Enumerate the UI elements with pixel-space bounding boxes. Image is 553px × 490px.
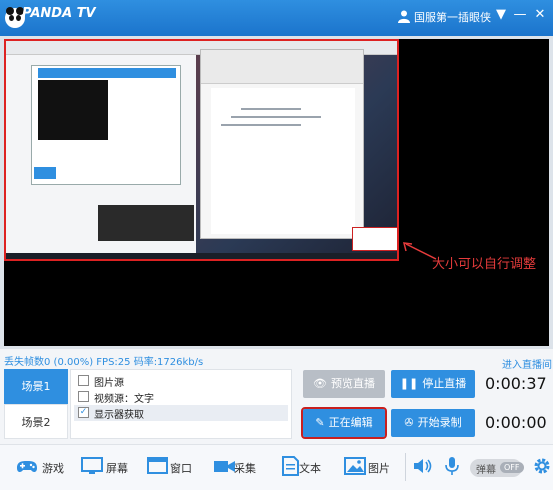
preview-area: 大小可以自行调整 (0, 36, 553, 349)
title-bar: PANDA TV 国服第一插眼侠 ▼ — ✕ (0, 0, 553, 36)
source-checkbox[interactable] (78, 375, 89, 386)
captured-text-line (241, 108, 301, 110)
source-item-monitor[interactable]: ✓ 显示器获取 (74, 405, 288, 421)
speaker-icon (414, 459, 432, 473)
editing-button[interactable]: ✎ 正在编辑 (301, 407, 387, 439)
wand-icon: ✎ (315, 416, 325, 429)
preview-live-button[interactable]: 👁 预览直播 (303, 370, 385, 398)
live-timer: 0:00:37 (485, 374, 547, 393)
add-screen-button[interactable]: 屏幕 (80, 456, 134, 478)
source-label: 视频源：文字 (94, 394, 154, 405)
captured-bluebox (34, 167, 56, 179)
picture-icon (344, 457, 366, 475)
screen-label: 屏幕 (106, 462, 128, 475)
toolbar-divider (405, 453, 406, 481)
start-record-label: 开始录制 (417, 416, 462, 429)
preview-live-label: 预览直播 (330, 377, 375, 390)
capture-label: 采集 (234, 462, 256, 475)
source-label: 图片源 (94, 378, 124, 389)
gamepad-icon (17, 461, 37, 473)
source-item-image[interactable]: 图片源 (78, 373, 290, 389)
captured-document-page (211, 88, 355, 234)
gear-icon (534, 458, 550, 474)
source-list: 图片源 视频源：文字 ✓ 显示器获取 (70, 369, 292, 439)
stop-live-label: 停止直播 (422, 377, 467, 390)
film-reel-icon: ✇ (404, 416, 414, 429)
resize-annotation: 大小可以自行调整 (432, 257, 537, 272)
captured-taskbar (6, 253, 397, 259)
add-text-button[interactable]: 文本 (279, 456, 333, 478)
add-image-button[interactable]: 图片 (344, 456, 398, 478)
pause-icon: ❚❚ (399, 377, 419, 390)
minimize-icon[interactable]: — (512, 7, 528, 23)
stream-stats: 丢失帧数0 (0.00%) FPS:25 码率:1726kb/s (4, 357, 204, 368)
captured-document-ribbon (201, 50, 363, 84)
source-checkbox-checked[interactable]: ✓ (78, 407, 89, 418)
source-label: 显示器获取 (94, 410, 144, 421)
microphone-button[interactable] (442, 456, 464, 478)
captured-panel-header (38, 68, 176, 78)
stop-live-button[interactable]: ❚❚ 停止直播 (391, 370, 475, 398)
preview-canvas[interactable]: 大小可以自行调整 (4, 39, 549, 346)
captured-panel-preview (38, 80, 108, 140)
record-timer: 0:00:00 (485, 413, 547, 432)
scene-tab-1[interactable]: 场景1 (4, 369, 68, 404)
source-item-video-text[interactable]: 视频源：文字 (78, 389, 290, 405)
add-window-button[interactable]: 窗口 (146, 456, 200, 478)
close-icon[interactable]: ✕ (532, 7, 548, 23)
start-record-button[interactable]: ✇ 开始录制 (391, 409, 475, 437)
enter-live-room-link[interactable]: 进入直播间 (502, 356, 552, 371)
source-toolbar: 游戏 屏幕 窗口 采集 文本 图片 弹幕 OFF (0, 444, 553, 490)
speaker-button[interactable] (412, 456, 434, 478)
captured-popup (352, 227, 397, 251)
window-label: 窗口 (170, 462, 192, 475)
text-label: 文本 (299, 462, 321, 475)
monitor-icon (81, 457, 103, 474)
danmu-toggle-state: OFF (500, 462, 524, 473)
source-checkbox[interactable] (78, 391, 89, 402)
user-icon[interactable] (397, 9, 411, 23)
captured-text-line (231, 116, 321, 118)
settings-button[interactable] (529, 456, 550, 478)
add-capture-button[interactable]: 采集 (212, 456, 266, 478)
captured-darkbox (98, 205, 194, 241)
eye-icon: 👁 (313, 377, 327, 390)
danmu-toggle[interactable]: 弹幕 OFF (470, 459, 524, 477)
chevron-down-icon[interactable]: ▼ (493, 7, 509, 23)
scene-tab-2[interactable]: 场景2 (4, 404, 68, 439)
add-game-button[interactable]: 游戏 (14, 456, 68, 478)
captured-left-window (6, 55, 196, 255)
captured-document-window (200, 49, 364, 239)
microphone-icon (445, 457, 459, 475)
editing-label: 正在编辑 (328, 416, 373, 429)
username[interactable]: 国服第一插眼侠 (414, 9, 491, 25)
captured-text-line (221, 124, 301, 126)
image-label: 图片 (368, 462, 390, 475)
danmu-label: 弹幕 (476, 465, 496, 476)
logo-text: PANDA TV (22, 6, 96, 21)
game-label: 游戏 (42, 462, 64, 475)
scene-tabs: 场景1 场景2 (4, 369, 68, 439)
window-icon (147, 457, 168, 474)
captured-screen[interactable] (4, 39, 399, 261)
